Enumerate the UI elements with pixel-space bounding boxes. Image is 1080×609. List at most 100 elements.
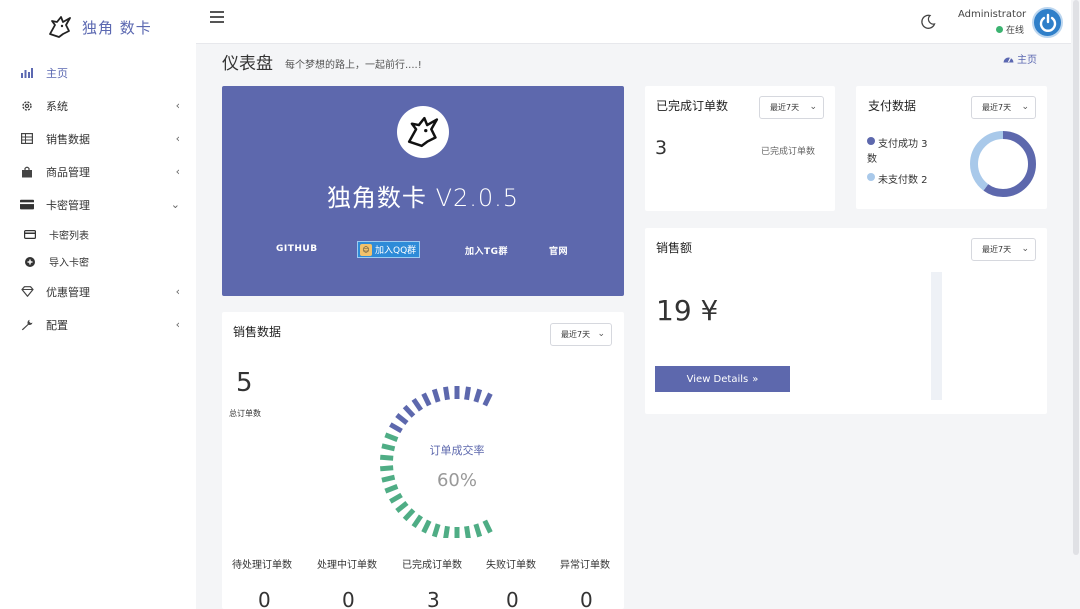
hero-card: 独角数卡 V2.0.5 GITHUB ☺ 加入QQ群 加入TG群 官网 [222,86,624,296]
chevron-left-icon: ‹ [175,165,180,178]
gauge-segment [473,388,483,403]
range-select-value: 最近7天 [982,245,1012,254]
sales-range-select[interactable]: 最近7天 ⌄ [550,323,612,346]
completed-orders-card: 已完成订单数 最近7天 ⌄ 3 已完成订单数 [645,86,835,211]
brand-name: 独角 数卡 [82,18,152,37]
avatar[interactable] [1032,7,1063,38]
sidebar-item-system[interactable]: 系统 ‹ [0,89,196,122]
card-title: 销售数据 [233,325,282,339]
legend-item-unpaid: 未支付数 2 [867,171,928,186]
stat-label: 待处理订单数 [232,560,292,571]
gauge-segment [402,508,416,522]
legend-label: 支付成功 3 [878,139,928,150]
stat-label: 失败订单数 [486,560,536,571]
completed-orders-value: 3 [655,137,668,159]
gauge-segment [381,443,396,452]
github-link[interactable]: GITHUB [276,244,318,254]
moon-icon[interactable] [920,14,936,30]
card-title: 销售额 [656,241,693,255]
stat-label: 处理中订单数 [317,560,377,571]
page-scrollbar-thumb[interactable] [1073,0,1079,555]
sales-data-card: 销售数据 最近7天 ⌄ 5 总订单数 订单成交率 60% 待处理订单数 处理中订… [222,312,624,609]
stat-value: 3 [427,588,440,609]
gauge-segment [431,388,441,403]
view-details-button[interactable]: View Details » [655,366,790,392]
card-title: 已完成订单数 [656,99,729,113]
legend-item-paid: 支付成功 3 [867,135,937,150]
bar-chart-icon [20,66,34,80]
wrench-icon [20,318,34,332]
gauge-label: 订单成交率 [429,444,485,457]
sidebar-item-label: 主页 [46,66,68,80]
power-icon [1039,13,1056,32]
sidebar-item-config[interactable]: 配置 ‹ [0,308,196,341]
gauge-segment [389,492,403,504]
diamond-icon [20,285,34,299]
stat-value: 0 [258,588,271,609]
gauge-segment [482,392,493,407]
gauge-segment [421,392,432,407]
revenue-card: 销售额 最近7天 ⌄ 19 ¥ View Details » [645,228,1047,414]
sidebar-subitem-card-list[interactable]: 卡密列表 [0,221,196,248]
page-title: 仪表盘 [222,54,273,74]
table-icon [20,132,34,146]
brand[interactable]: 独角 数卡 [46,12,152,42]
user-status-label: 在线 [1006,26,1025,36]
gauge-segment [473,523,483,538]
payment-donut-chart [970,131,1036,197]
stat-value: 0 [506,588,519,609]
chevron-left-icon: ‹ [175,132,180,145]
plus-circle-icon [24,256,36,268]
orders-range-select[interactable]: 最近7天 ⌄ [759,96,824,119]
gauge-segment [443,525,450,538]
gauge-segment [384,484,399,494]
sidebar-item-label: 销售数据 [46,132,90,146]
page-subtitle: 每个梦想的路上，一起前行....! [285,60,422,71]
dashboard-icon [1003,57,1014,63]
join-tg-group-link[interactable]: 加入TG群 [465,244,508,257]
sidebar-item-discounts[interactable]: 优惠管理 ‹ [0,275,196,308]
sidebar: 独角 数卡 主页 系统 ‹ 销售数据 ‹ 商品管理 ‹ 卡密管理 ⌄ 卡密列表 … [0,0,196,609]
total-orders-value: 5 [236,368,253,398]
join-qq-label: 加入QQ群 [375,246,417,256]
payment-range-select[interactable]: 最近7天 ⌄ [971,96,1036,119]
sidebar-subitem-import-cards[interactable]: 导入卡密 [0,248,196,275]
sidebar-menu: 主页 系统 ‹ 销售数据 ‹ 商品管理 ‹ 卡密管理 ⌄ 卡密列表 导入卡密 优… [0,56,196,341]
gauge-segment [411,397,424,412]
total-orders-label: 总订单数 [229,409,261,418]
gauge-segment [395,500,409,513]
top-bar: Administrator 在线 [196,0,1080,44]
range-select-value: 最近7天 [982,103,1012,112]
legend-dot [867,173,875,181]
shopping-bag-icon [20,165,34,179]
breadcrumb[interactable]: 主页 [1003,51,1037,66]
chevron-down-icon: ⌄ [1021,244,1029,254]
gauge-segment [421,519,432,534]
chevron-down-icon: ⌄ [809,102,817,112]
sidebar-item-label: 卡密管理 [46,198,90,212]
revenue-value: 19 ¥ [656,294,719,327]
gauge-segment [381,474,396,483]
official-site-link[interactable]: 官网 [549,244,568,257]
double-chevron-right-icon: » [752,373,759,385]
sidebar-item-label: 优惠管理 [46,285,90,299]
legend-label: 未支付数 2 [878,175,928,186]
join-qq-group-button[interactable]: ☺ 加入QQ群 [357,241,421,258]
gauge-segment [395,413,409,426]
gauge-segment [443,386,450,401]
revenue-mini-chart [931,272,942,400]
menu-toggle-icon[interactable] [210,11,224,25]
gauge-segment [431,523,441,538]
gauge-segment [464,525,471,538]
card-small-icon [24,229,36,241]
sidebar-item-label: 卡密列表 [49,231,89,242]
hero-title: 独角数卡 V2.0.5 [326,184,520,212]
completed-orders-label: 已完成订单数 [761,147,816,157]
sidebar-item-home[interactable]: 主页 [0,56,196,89]
sidebar-item-card-management[interactable]: 卡密管理 ⌄ [0,188,196,221]
sidebar-item-products[interactable]: 商品管理 ‹ [0,155,196,188]
sidebar-item-sales-data[interactable]: 销售数据 ‹ [0,122,196,155]
credit-card-icon [20,198,34,212]
revenue-range-select[interactable]: 最近7天 ⌄ [971,238,1036,261]
gauge-segment [482,519,493,534]
